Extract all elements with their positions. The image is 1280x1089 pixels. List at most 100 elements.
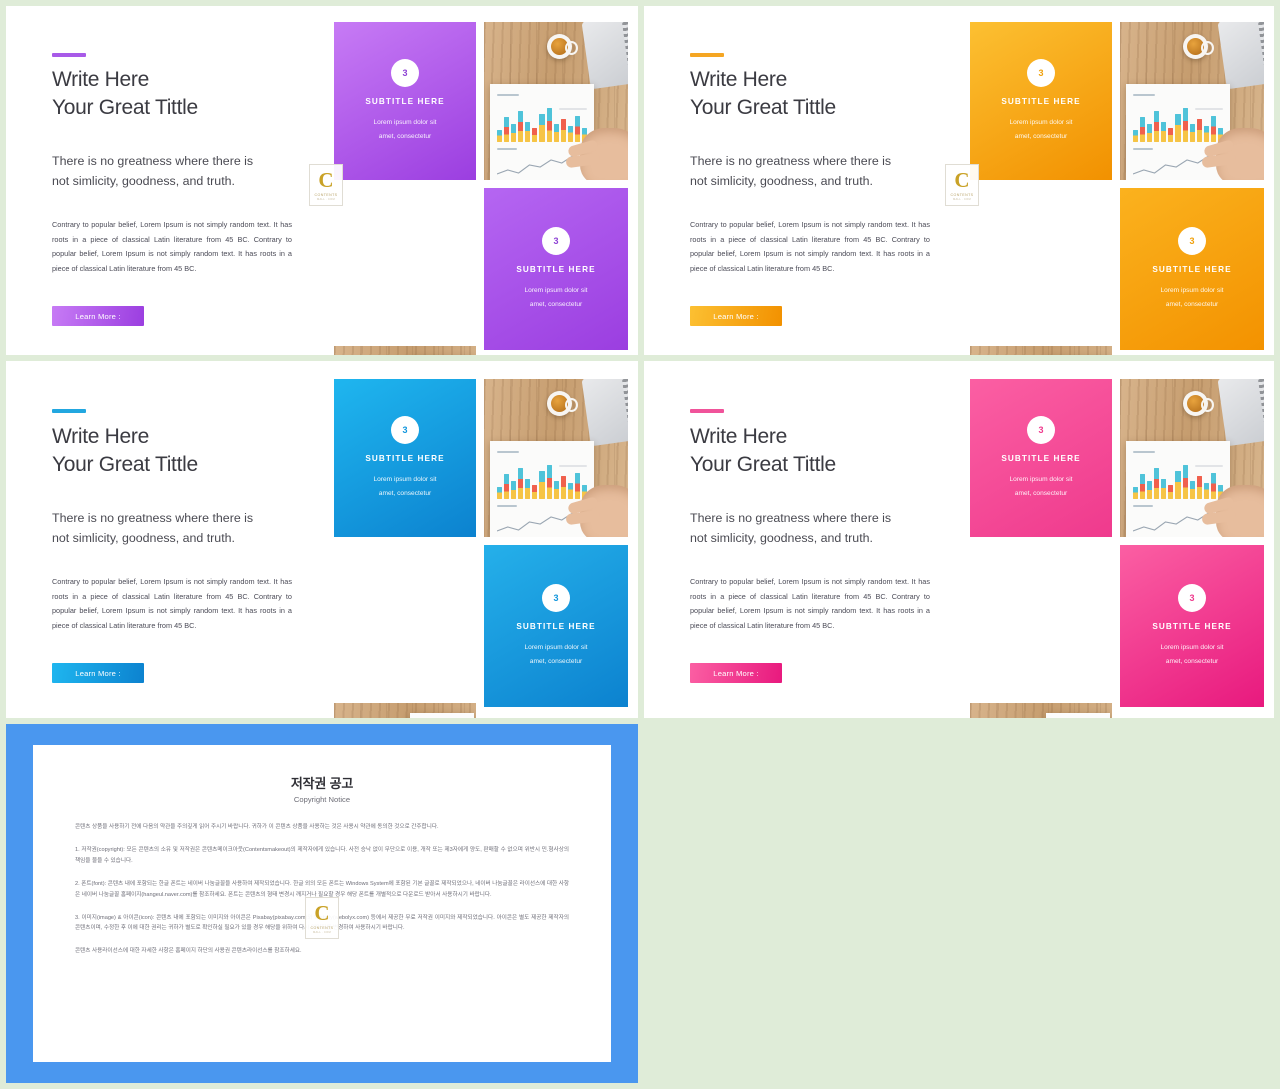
step-badge: 3 bbox=[542, 227, 570, 256]
step-badge: 3 bbox=[391, 59, 419, 88]
feature-card-bottom[interactable]: 3 SUBTITLE HERE Lorem ipsum dolor sit am… bbox=[484, 188, 628, 350]
photo-hand-chart[interactable] bbox=[970, 346, 1112, 355]
logo-line-2: MALL . COM bbox=[313, 930, 331, 934]
slide-text-column: Write Here Your Great Tittle There is no… bbox=[685, 6, 935, 355]
accent-bar bbox=[52, 409, 86, 413]
card-description: Lorem ipsum dolor sit amet, consectetur bbox=[373, 119, 437, 140]
page-title: Write Here Your Great Tittle bbox=[52, 425, 198, 476]
page-title: Write Here Your Great Tittle bbox=[52, 68, 198, 119]
learn-more-button[interactable]: Learn More : bbox=[52, 306, 144, 326]
bar-chart bbox=[497, 102, 588, 142]
copyright-card: 저작권 공고 Copyright Notice 콘텐츠 상품을 사용하기 전에 … bbox=[33, 745, 611, 1062]
learn-more-button[interactable]: Learn More : bbox=[690, 306, 782, 326]
learn-more-button[interactable]: Learn More : bbox=[52, 663, 144, 683]
card-description: Lorem ipsum dolor sit amet, consectetur bbox=[1160, 287, 1224, 308]
page-title: Write Here Your Great Tittle bbox=[690, 68, 836, 119]
logo-letter-c-icon: C bbox=[954, 167, 970, 192]
slide-body-text: Contrary to popular belief, Lorem Ipsum … bbox=[52, 577, 292, 630]
copyright-title: 저작권 공고 bbox=[290, 776, 354, 791]
slide-body-text: Contrary to popular belief, Lorem Ipsum … bbox=[690, 220, 930, 273]
photo-hand-chart[interactable] bbox=[334, 346, 476, 355]
slide-text-column: Write Here Your Great Tittle There is no… bbox=[47, 6, 297, 355]
copyright-notice-panel[interactable]: 저작권 공고 Copyright Notice 콘텐츠 상품을 사용하기 전에 … bbox=[6, 724, 638, 1083]
feature-card-top[interactable]: 3 SUBTITLE HERE Lorem ipsum dolor sit am… bbox=[970, 379, 1112, 537]
accent-bar bbox=[690, 409, 724, 413]
copyright-paragraph-intro: 콘텐츠 상품을 사용하기 전에 다음의 약관을 주의깊게 읽어 주시기 바랍니다… bbox=[75, 824, 439, 830]
watermark-logo: C CONTENTS MALL . COM bbox=[945, 164, 979, 206]
learn-more-button[interactable]: Learn More : bbox=[690, 663, 782, 683]
slide-body-text: Contrary to popular belief, Lorem Ipsum … bbox=[52, 220, 292, 273]
accent-bar bbox=[52, 53, 86, 57]
card-description: Lorem ipsum dolor sit amet, consectetur bbox=[1009, 476, 1073, 497]
logo-line-1: CONTENTS bbox=[950, 192, 974, 197]
photo-hand-chart[interactable] bbox=[970, 703, 1112, 718]
card-subtitle: SUBTITLE HERE bbox=[1152, 265, 1232, 275]
bar-chart bbox=[1133, 102, 1224, 142]
photo-desk-coffee[interactable] bbox=[484, 22, 628, 180]
feature-card-top[interactable]: 3 SUBTITLE HERE Lorem ipsum dolor sit am… bbox=[334, 379, 476, 537]
watermark-logo: C CONTENTS MALL . COM bbox=[305, 897, 339, 939]
feature-card-top[interactable]: 3 SUBTITLE HERE Lorem ipsum dolor sit am… bbox=[970, 22, 1112, 180]
feature-card-bottom[interactable]: 3 SUBTITLE HERE Lorem ipsum dolor sit am… bbox=[484, 545, 628, 707]
watermark-logo: C CONTENTS MALL . COM bbox=[309, 164, 343, 206]
logo-letter-c-icon: C bbox=[314, 900, 330, 925]
card-description: Lorem ipsum dolor sit amet, consectetur bbox=[524, 287, 588, 308]
slide-text-column: Write Here Your Great Tittle There is no… bbox=[685, 361, 935, 718]
bar-chart bbox=[1133, 459, 1224, 499]
slide-subline: There is no greatness where there is not… bbox=[690, 511, 892, 545]
photo-hand-chart[interactable] bbox=[334, 703, 476, 718]
step-badge: 3 bbox=[391, 416, 419, 445]
slide-subline: There is no greatness where there is not… bbox=[52, 154, 254, 188]
card-description: Lorem ipsum dolor sit amet, consectetur bbox=[1009, 119, 1073, 140]
feature-card-bottom[interactable]: 3 SUBTITLE HERE Lorem ipsum dolor sit am… bbox=[1120, 188, 1264, 350]
card-description: Lorem ipsum dolor sit amet, consectetur bbox=[1160, 644, 1224, 665]
card-subtitle: SUBTITLE HERE bbox=[365, 97, 445, 107]
logo-line-2: MALL . COM bbox=[317, 197, 335, 201]
card-subtitle: SUBTITLE HERE bbox=[516, 622, 596, 632]
card-subtitle: SUBTITLE HERE bbox=[1001, 97, 1081, 107]
slide-body-text: Contrary to popular belief, Lorem Ipsum … bbox=[690, 577, 930, 630]
bar-chart bbox=[497, 459, 588, 499]
wood-texture bbox=[970, 346, 1112, 355]
tile-cluster: 3 SUBTITLE HERE Lorem ipsum dolor sit am… bbox=[334, 379, 628, 718]
feature-card-bottom[interactable]: 3 SUBTITLE HERE Lorem ipsum dolor sit am… bbox=[1120, 545, 1264, 707]
step-badge: 3 bbox=[1027, 416, 1055, 445]
slide-pink[interactable]: Write Here Your Great Tittle There is no… bbox=[644, 361, 1274, 718]
step-badge: 3 bbox=[1178, 584, 1206, 613]
slide-blue[interactable]: Write Here Your Great Tittle There is no… bbox=[6, 361, 638, 718]
copyright-subtitle: Copyright Notice bbox=[293, 795, 351, 804]
logo-letter-c-icon: C bbox=[318, 167, 334, 192]
step-badge: 3 bbox=[1027, 59, 1055, 88]
card-subtitle: SUBTITLE HERE bbox=[516, 265, 596, 275]
tile-cluster: 3 SUBTITLE HERE Lorem ipsum dolor sit am… bbox=[970, 379, 1264, 718]
slide-text-column: Write Here Your Great Tittle There is no… bbox=[47, 361, 297, 718]
logo-line-1: CONTENTS bbox=[310, 925, 334, 930]
slide-subline: There is no greatness where there is not… bbox=[52, 511, 254, 545]
photo-desk-coffee[interactable] bbox=[1120, 379, 1264, 537]
logo-line-2: MALL . COM bbox=[953, 197, 971, 201]
card-subtitle: SUBTITLE HERE bbox=[1152, 622, 1232, 632]
accent-bar bbox=[690, 53, 724, 57]
report-document bbox=[1046, 713, 1110, 718]
card-description: Lorem ipsum dolor sit amet, consectetur bbox=[373, 476, 437, 497]
step-badge: 3 bbox=[1178, 227, 1206, 256]
card-subtitle: SUBTITLE HERE bbox=[1001, 454, 1081, 464]
page-title: Write Here Your Great Tittle bbox=[690, 425, 836, 476]
wood-texture bbox=[334, 346, 476, 355]
slide-preview-canvas: Write Here Your Great Tittle There is no… bbox=[0, 0, 1280, 1089]
slide-orange[interactable]: Write Here Your Great Tittle There is no… bbox=[644, 6, 1274, 355]
card-subtitle: SUBTITLE HERE bbox=[365, 454, 445, 464]
photo-desk-coffee[interactable] bbox=[1120, 22, 1264, 180]
tile-cluster: 3 SUBTITLE HERE Lorem ipsum dolor sit am… bbox=[970, 22, 1264, 355]
feature-card-top[interactable]: 3 SUBTITLE HERE Lorem ipsum dolor sit am… bbox=[334, 22, 476, 180]
slide-purple[interactable]: Write Here Your Great Tittle There is no… bbox=[6, 6, 638, 355]
tile-cluster: 3 SUBTITLE HERE Lorem ipsum dolor sit am… bbox=[334, 22, 628, 355]
step-badge: 3 bbox=[542, 584, 570, 613]
copyright-paragraph-1: 1. 저작권(copyright): 모든 콘텐츠의 소유 및 저작권은 콘텐츠… bbox=[75, 846, 569, 864]
card-description: Lorem ipsum dolor sit amet, consectetur bbox=[524, 644, 588, 665]
slide-subline: There is no greatness where there is not… bbox=[690, 154, 892, 188]
report-document bbox=[410, 713, 474, 718]
logo-line-1: CONTENTS bbox=[314, 192, 338, 197]
photo-desk-coffee[interactable] bbox=[484, 379, 628, 537]
copyright-paragraph-outro: 콘텐츠 사용라이선스에 대한 자세한 사항은 홈페이지 하단의 사용권 콘텐츠라… bbox=[75, 948, 302, 955]
